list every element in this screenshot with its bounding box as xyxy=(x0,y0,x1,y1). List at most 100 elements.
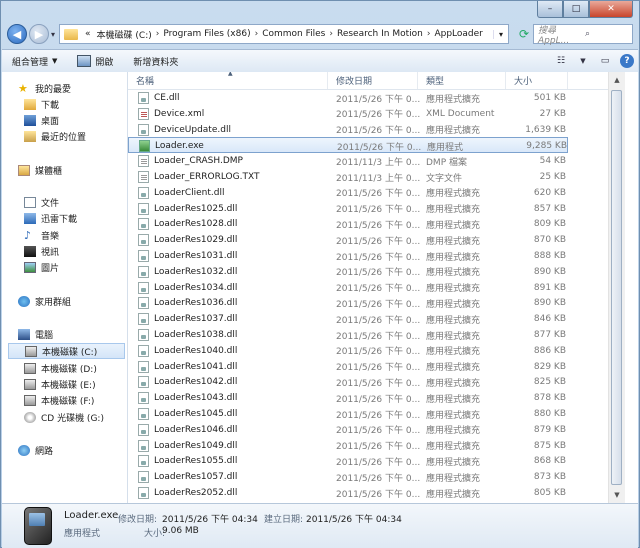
file-row[interactable]: LoaderRes1046.dll 2011/5/26 下午 0... 應用程式擴充… xyxy=(128,422,568,438)
column-header-name[interactable]: 名稱 ▲ xyxy=(128,72,328,89)
vertical-scrollbar[interactable]: ▲ ▼ xyxy=(608,72,625,503)
details-pane: Loader.exe 修改日期: 2011/5/26 下午 04:34 建立日期… xyxy=(2,503,638,548)
file-date: 2011/5/26 下午 0... xyxy=(336,410,421,421)
file-row[interactable]: LoaderRes1036.dll 2011/5/26 下午 0... 應用程式擴充… xyxy=(128,295,568,311)
nav-homegroup[interactable]: ▲ 家用群組 xyxy=(8,293,132,309)
file-name-cell[interactable]: LoaderRes1032.dll xyxy=(138,264,328,280)
column-header-type[interactable]: 類型 xyxy=(418,72,506,89)
file-name-cell[interactable]: Device.xml xyxy=(138,106,328,122)
file-name-cell[interactable]: Loader_ERRORLOG.TXT xyxy=(138,169,328,185)
file-name-cell[interactable]: Loader.exe xyxy=(139,138,329,154)
chevron-down-icon[interactable]: ▼ xyxy=(572,53,594,69)
file-row[interactable]: Device.xml 2011/5/26 下午 0... XML Document 2… xyxy=(128,106,568,122)
close-button[interactable]: ✕ xyxy=(589,1,633,18)
nav-libraries[interactable]: ▲ 媒體櫃 xyxy=(8,162,132,178)
recent-places-icon xyxy=(24,130,36,142)
file-row[interactable]: LoaderRes1029.dll 2011/5/26 下午 0... 應用程式擴充… xyxy=(128,232,568,248)
view-options-icon[interactable]: ☷ xyxy=(550,53,572,69)
forward-button[interactable]: ▶ xyxy=(29,24,49,44)
file-row[interactable]: LoaderRes1037.dll 2011/5/26 下午 0... 應用程式擴充… xyxy=(128,311,568,327)
file-row[interactable]: LoaderRes1031.dll 2011/5/26 下午 0... 應用程式擴充… xyxy=(128,248,568,264)
scroll-down-icon[interactable]: ▼ xyxy=(609,487,625,503)
nav-item-drive-c[interactable]: 本機磁碟 (C:) xyxy=(8,343,125,359)
dll-file-icon xyxy=(138,281,149,294)
file-type: 應用程式擴充 xyxy=(426,378,481,389)
scrollbar-thumb[interactable] xyxy=(611,90,622,485)
file-name-cell[interactable]: CE.dll xyxy=(138,90,328,106)
refresh-icon[interactable]: ⟳ xyxy=(515,25,533,43)
file-name-cell[interactable]: LoaderRes1031.dll xyxy=(138,248,328,264)
breadcrumb-item[interactable]: Common Files xyxy=(259,29,328,39)
file-row[interactable]: LoaderRes1055.dll 2011/5/26 下午 0... 應用程式擴充… xyxy=(128,453,568,469)
recent-pages-dropdown[interactable]: ▾ xyxy=(51,30,55,39)
dll-file-icon xyxy=(138,487,149,499)
file-row[interactable]: LoaderRes1045.dll 2011/5/26 下午 0... 應用程式擴充… xyxy=(128,406,568,422)
file-name-cell[interactable]: LoaderRes1036.dll xyxy=(138,295,328,311)
file-row[interactable]: LoaderRes1043.dll 2011/5/26 下午 0... 應用程式擴充… xyxy=(128,390,568,406)
file-name-cell[interactable]: Loader_CRASH.DMP xyxy=(138,153,328,169)
minimize-button[interactable]: – xyxy=(537,1,563,18)
file-row[interactable]: LoaderRes1041.dll 2011/5/26 下午 0... 應用程式擴充… xyxy=(128,359,568,375)
file-row[interactable]: LoaderRes1038.dll 2011/5/26 下午 0... 應用程式擴充… xyxy=(128,327,568,343)
file-name-cell[interactable]: LoaderRes1034.dll xyxy=(138,280,328,296)
file-name-cell[interactable]: LoaderRes1038.dll xyxy=(138,327,328,343)
file-name: LoaderRes1049.dll xyxy=(154,440,238,451)
file-name-cell[interactable]: LoaderRes1037.dll xyxy=(138,311,328,327)
scroll-up-icon[interactable]: ▲ xyxy=(609,72,625,88)
file-row[interactable]: LoaderRes1042.dll 2011/5/26 下午 0... 應用程式擴充… xyxy=(128,374,568,390)
dll-file-icon xyxy=(138,392,149,405)
file-name-cell[interactable]: LoaderRes1029.dll xyxy=(138,232,328,248)
address-bar[interactable]: « 本機磁碟 (C:) › Program Files (x86) › Comm… xyxy=(59,24,509,44)
file-name-cell[interactable]: LoaderRes2052.dll xyxy=(138,485,328,501)
column-header-size[interactable]: 大小 xyxy=(506,72,568,89)
address-dropdown-icon[interactable]: ▾ xyxy=(493,29,508,39)
maximize-button[interactable]: □ xyxy=(563,1,589,18)
open-button[interactable]: 開啟 xyxy=(67,50,123,72)
file-name-cell[interactable]: DeviceUpdate.dll xyxy=(138,122,328,138)
file-row[interactable]: LoaderClient.dll 2011/5/26 下午 0... 應用程式擴充 6… xyxy=(128,185,568,201)
breadcrumb-item[interactable]: AppLoader xyxy=(431,29,485,39)
file-row[interactable]: LoaderRes1049.dll 2011/5/26 下午 0... 應用程式擴充… xyxy=(128,438,568,454)
search-input[interactable]: 搜尋 AppL... ⌕ xyxy=(533,24,633,46)
file-row[interactable]: LoaderRes1057.dll 2011/5/26 下午 0... 應用程式擴充… xyxy=(128,469,568,485)
file-row[interactable]: LoaderRes1034.dll 2011/5/26 下午 0... 應用程式擴充… xyxy=(128,280,568,296)
file-name-cell[interactable]: LoaderRes1045.dll xyxy=(138,406,328,422)
file-row[interactable]: LoaderRes1028.dll 2011/5/26 下午 0... 應用程式擴充… xyxy=(128,216,568,232)
preview-pane-icon[interactable]: ▭ xyxy=(594,53,616,69)
nav-computer[interactable]: ▲ 電腦 xyxy=(8,326,132,342)
file-row[interactable]: LoaderRes1025.dll 2011/5/26 下午 0... 應用程式擴充… xyxy=(128,201,568,217)
back-button[interactable]: ◀ xyxy=(7,24,27,44)
file-row[interactable]: Loader_CRASH.DMP 2011/11/3 上午 0... DMP 檔案 5… xyxy=(128,153,568,169)
column-header-date[interactable]: 修改日期 xyxy=(328,72,418,89)
file-name-cell[interactable]: LoaderRes1042.dll xyxy=(138,374,328,390)
file-row[interactable]: Loader.exe 2011/5/26 下午 0... 應用程式 9,285 KB xyxy=(128,137,568,154)
file-name-cell[interactable]: LoaderRes1049.dll xyxy=(138,438,328,454)
breadcrumb-item[interactable]: 本機磁碟 (C:) xyxy=(94,28,155,41)
file-name-cell[interactable]: LoaderRes1041.dll xyxy=(138,359,328,375)
file-date: 2011/5/26 下午 0... xyxy=(336,299,421,310)
nav-favorites[interactable]: ▲ ★ 我的最愛 xyxy=(8,80,132,96)
file-row[interactable]: CE.dll 2011/5/26 下午 0... 應用程式擴充 501 KB xyxy=(128,90,568,106)
file-row[interactable]: Loader_ERRORLOG.TXT 2011/11/3 上午 0... 文字文件… xyxy=(128,169,568,185)
breadcrumb-item[interactable]: Program Files (x86) xyxy=(160,29,253,39)
breadcrumb-item[interactable]: Research In Motion xyxy=(334,29,426,39)
file-name-cell[interactable]: LoaderRes1043.dll xyxy=(138,390,328,406)
file-name-cell[interactable]: LoaderRes1046.dll xyxy=(138,422,328,438)
search-icon[interactable]: ⌕ xyxy=(585,29,632,39)
file-row[interactable]: LoaderRes1032.dll 2011/5/26 下午 0... 應用程式擴充… xyxy=(128,264,568,280)
file-name-cell[interactable]: LoaderRes1057.dll xyxy=(138,469,328,485)
file-name-cell[interactable]: LoaderRes1055.dll xyxy=(138,453,328,469)
breadcrumb-overflow[interactable]: « xyxy=(82,29,94,39)
nav-network[interactable]: ▲ 網路 xyxy=(8,442,132,458)
file-name-cell[interactable]: LoaderRes1028.dll xyxy=(138,216,328,232)
file-row[interactable]: LoaderRes2052.dll 2011/5/26 下午 0... 應用程式擴充… xyxy=(128,485,568,501)
help-button[interactable]: ? xyxy=(616,53,638,69)
file-name-cell[interactable]: LoaderClient.dll xyxy=(138,185,328,201)
file-row[interactable]: LoaderRes1040.dll 2011/5/26 下午 0... 應用程式擴充… xyxy=(128,343,568,359)
file-name-cell[interactable]: LoaderRes1025.dll xyxy=(138,201,328,217)
organize-button[interactable]: 組合管理 ▼ xyxy=(2,50,67,72)
file-name-cell[interactable]: LoaderRes1040.dll xyxy=(138,343,328,359)
file-row[interactable]: DeviceUpdate.dll 2011/5/26 下午 0... 應用程式擴充 1… xyxy=(128,122,568,138)
file-type: 應用程式擴充 xyxy=(426,236,481,247)
new-folder-button[interactable]: 新增資料夾 xyxy=(123,50,188,72)
